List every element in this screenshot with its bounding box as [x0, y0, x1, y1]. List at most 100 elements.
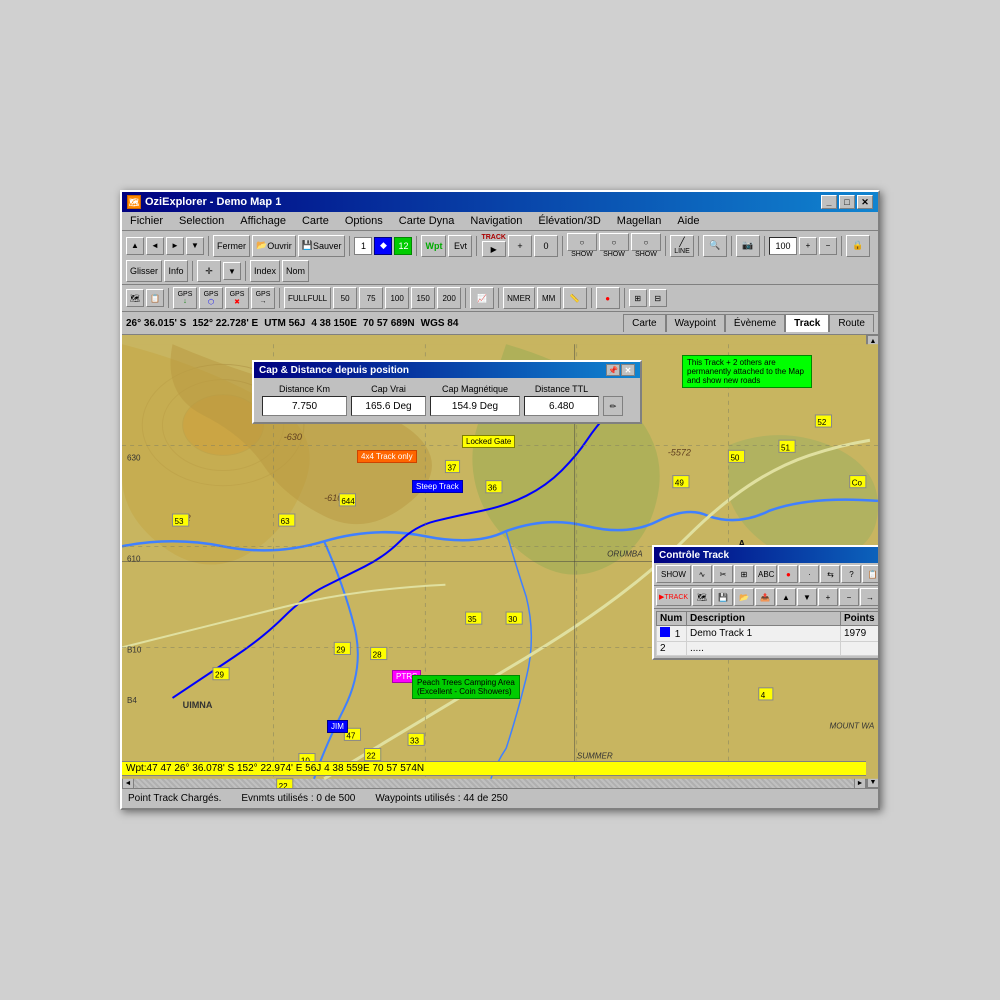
track-icon-btn[interactable]: 📈: [470, 287, 494, 309]
glisser-btn[interactable]: Glisser: [126, 260, 162, 282]
nmer-btn[interactable]: NMER: [503, 287, 535, 309]
nav-right-btn[interactable]: ►: [166, 237, 184, 255]
zoom150-btn[interactable]: 150: [411, 287, 435, 309]
track-plus-btn[interactable]: +: [818, 588, 838, 606]
menu-magellan[interactable]: Magellan: [613, 214, 666, 228]
track-map-btn[interactable]: 🗺: [692, 588, 712, 606]
zoom50-btn[interactable]: 50: [333, 287, 357, 309]
maximize-button[interactable]: □: [839, 195, 855, 209]
zoom-minus-btn[interactable]: −: [819, 237, 837, 255]
nav-left-btn[interactable]: ◄: [146, 237, 164, 255]
zoom200-btn[interactable]: 200: [437, 287, 461, 309]
track-btn[interactable]: ▶: [482, 241, 506, 257]
menu-fichier[interactable]: Fichier: [126, 214, 167, 228]
grid-btn[interactable]: ⊞: [629, 289, 647, 307]
track-node-btn[interactable]: ⊞: [734, 565, 754, 583]
cap-dialog-close-btn[interactable]: ✕: [621, 364, 635, 376]
map-icon-btn[interactable]: 🗺: [126, 289, 144, 307]
fermer-btn[interactable]: Fermer: [213, 235, 250, 257]
track-row-1[interactable]: 1 Demo Track 1 1979 461.84: [657, 626, 879, 642]
ouvrir-btn[interactable]: 📂 Ouvrir: [252, 235, 296, 257]
zoom-full-label2: FULL: [308, 294, 328, 303]
menu-carte-dyna[interactable]: Carte Dyna: [395, 214, 459, 228]
close-button[interactable]: ✕: [857, 195, 873, 209]
line-btn[interactable]: ╱ LINE: [670, 235, 694, 257]
zero-btn[interactable]: 0: [534, 235, 558, 257]
track-record-btn[interactable]: ▶TRACK: [656, 588, 691, 606]
track-minus-btn[interactable]: −: [839, 588, 859, 606]
nav-down-btn[interactable]: ▼: [186, 237, 204, 255]
scroll-right-btn[interactable]: ►: [854, 777, 866, 788]
menu-affichage[interactable]: Affichage: [236, 214, 290, 228]
tab-waypoint[interactable]: Waypoint: [666, 314, 725, 332]
menu-selection[interactable]: Selection: [175, 214, 228, 228]
track-right-btn[interactable]: →: [860, 588, 878, 606]
zoom100-btn[interactable]: 100: [385, 287, 409, 309]
scrollbar-horizontal[interactable]: ◄ ►: [122, 776, 866, 788]
track-row-2[interactable]: 2 .....: [657, 642, 879, 656]
minimize-button[interactable]: _: [821, 195, 837, 209]
track-dot2-btn[interactable]: ·: [799, 565, 819, 583]
track-dot-btn[interactable]: ●: [778, 565, 798, 583]
track-question-btn[interactable]: ?: [841, 565, 861, 583]
info-btn[interactable]: Info: [164, 260, 188, 282]
zoom-input[interactable]: [769, 237, 797, 255]
app-icon: 🗺: [127, 195, 141, 209]
cap-dialog-pin-btn[interactable]: 📌: [606, 364, 620, 376]
index-btn[interactable]: Index: [250, 260, 280, 282]
mm-btn[interactable]: MM: [537, 287, 561, 309]
grid2-btn[interactable]: ⊟: [649, 289, 667, 307]
track-up-btn[interactable]: ▲: [776, 588, 796, 606]
menu-options[interactable]: Options: [341, 214, 387, 228]
menu-carte[interactable]: Carte: [298, 214, 333, 228]
scroll-left-btn[interactable]: ◄: [122, 777, 134, 788]
tab-evenement[interactable]: Évèneme: [725, 314, 785, 332]
lock-btn[interactable]: 🔒: [846, 235, 870, 257]
scroll-track-h[interactable]: [134, 777, 854, 788]
tab-carte[interactable]: Carte: [623, 314, 665, 332]
cap-edit-btn[interactable]: ✏: [603, 396, 623, 416]
map2-icon-btn[interactable]: 📋: [146, 289, 164, 307]
gps2-btn[interactable]: GPS ⬡: [199, 287, 223, 309]
nav2-btn[interactable]: ▼: [223, 262, 241, 280]
zoom-plus-btn[interactable]: +: [799, 237, 817, 255]
show1-btn[interactable]: ○: [567, 233, 597, 251]
nom-btn[interactable]: Nom: [282, 260, 309, 282]
camera-btn[interactable]: 📷: [736, 235, 760, 257]
nav-up-btn[interactable]: ▲: [126, 237, 144, 255]
nav-arrows-btn[interactable]: ✛: [197, 260, 221, 282]
svg-text:-652: -652: [173, 513, 191, 523]
show3-btn[interactable]: ○: [631, 233, 661, 251]
track-down-btn[interactable]: ▼: [797, 588, 817, 606]
track-help-btn[interactable]: 📋: [862, 565, 878, 583]
wpt-btn[interactable]: Wpt: [421, 235, 446, 257]
track-wave-btn[interactable]: ∿: [692, 565, 712, 583]
track-open-btn[interactable]: 📂: [734, 588, 754, 606]
gps3-btn[interactable]: GPS ✖: [225, 287, 249, 309]
color-btn[interactable]: ●: [596, 287, 620, 309]
show2-btn[interactable]: ○: [599, 233, 629, 251]
track-text-btn[interactable]: ABC: [755, 565, 777, 583]
zoom-full-btn[interactable]: FULL FULL: [284, 287, 331, 309]
ruler-btn[interactable]: 📏: [563, 287, 587, 309]
track-arrows-btn[interactable]: ⇆: [820, 565, 840, 583]
scroll-down-btn[interactable]: ▼: [867, 776, 878, 788]
track-export-btn[interactable]: 📤: [755, 588, 775, 606]
track-edit-btn[interactable]: ✂: [713, 565, 733, 583]
plus-btn[interactable]: +: [508, 235, 532, 257]
gps4-btn[interactable]: GPS →: [251, 287, 275, 309]
zoom75-btn[interactable]: 75: [359, 287, 383, 309]
gps1-btn[interactable]: GPS ↓: [173, 287, 197, 309]
tab-track[interactable]: Track: [785, 314, 829, 332]
map-container[interactable]: -630 -652 -610 -5572 630 610 B10 B4 30 D…: [122, 335, 878, 788]
scroll-up-btn[interactable]: ▲: [867, 335, 878, 347]
menu-aide[interactable]: Aide: [673, 214, 703, 228]
magnify-btn[interactable]: 🔍: [703, 235, 727, 257]
menu-navigation[interactable]: Navigation: [466, 214, 526, 228]
track-save-btn[interactable]: 💾: [713, 588, 733, 606]
sauver-btn[interactable]: 💾 Sauver: [298, 235, 346, 257]
evt-btn[interactable]: Evt: [448, 235, 472, 257]
tab-route[interactable]: Route: [829, 314, 874, 332]
track-show-btn[interactable]: SHOW: [656, 565, 691, 583]
menu-elevation[interactable]: Élévation/3D: [534, 214, 604, 228]
